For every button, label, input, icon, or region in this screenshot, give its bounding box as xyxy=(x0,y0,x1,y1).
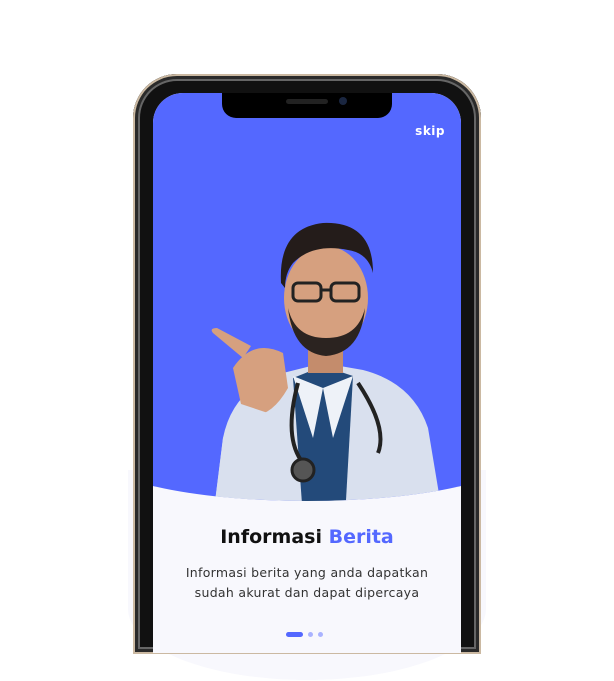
onboarding-title: Informasi Berita xyxy=(153,526,461,548)
description-line-1: Informasi berita yang anda dapatkan xyxy=(185,565,429,580)
phone-notch xyxy=(222,93,392,118)
description-line-2: sudah akurat dan dapat dipercaya xyxy=(194,585,420,600)
page-dot-2[interactable] xyxy=(308,632,313,637)
onboarding-description: Informasi berita yang anda dapatkan suda… xyxy=(153,563,461,603)
camera-icon xyxy=(339,97,347,105)
doctor-illustration xyxy=(211,222,441,501)
title-accent: Berita xyxy=(328,526,394,548)
page-dot-1-active[interactable] xyxy=(286,632,303,637)
hero-background xyxy=(153,93,461,501)
page-indicator xyxy=(286,632,323,637)
skip-button[interactable]: skip xyxy=(415,124,445,138)
page-dot-3[interactable] xyxy=(318,632,323,637)
title-main: Informasi xyxy=(220,526,322,548)
speaker-grille xyxy=(286,99,328,104)
onboarding-screen: skip Informasi Berita Informasi berita y… xyxy=(153,93,461,653)
